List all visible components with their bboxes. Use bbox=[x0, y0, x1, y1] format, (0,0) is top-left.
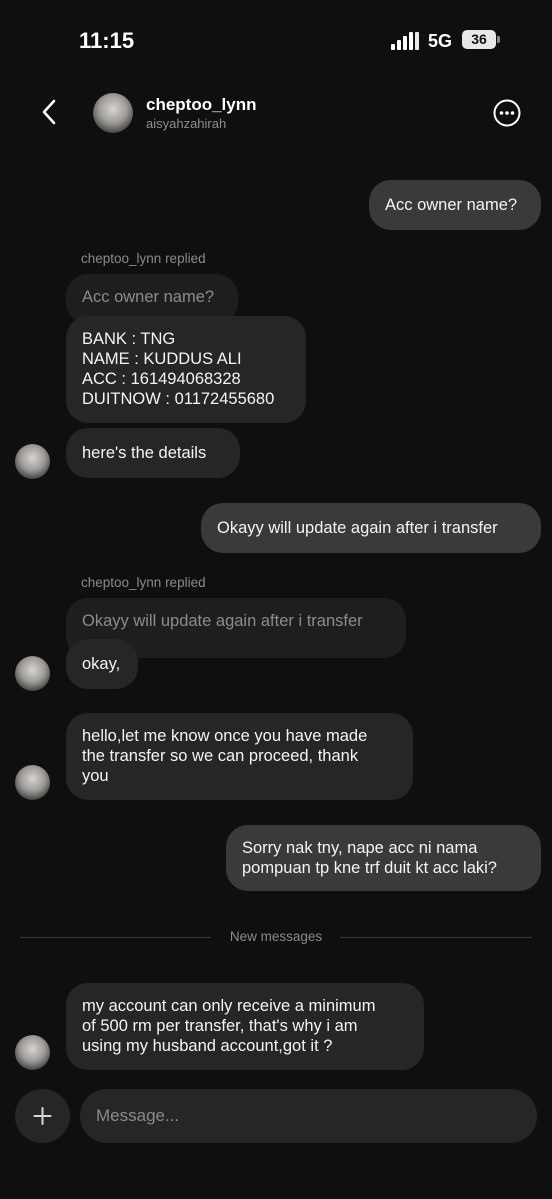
new-messages-divider: New messages bbox=[0, 929, 552, 944]
quoted-text: Acc owner name? bbox=[82, 288, 215, 306]
reply-label: cheptoo_lynn replied bbox=[81, 251, 206, 266]
sender-avatar[interactable] bbox=[15, 444, 50, 479]
message-input[interactable]: Message... bbox=[80, 1089, 537, 1143]
message-input-placeholder: Message... bbox=[96, 1106, 180, 1125]
message-text: Acc owner name? bbox=[385, 196, 518, 214]
message-text: here's the details bbox=[82, 444, 207, 462]
message-line: of 500 rm per transfer, that's why i am bbox=[82, 1017, 358, 1035]
message-bubble-received[interactable]: here's the details bbox=[66, 428, 240, 478]
battery-tip bbox=[497, 36, 500, 43]
message-line: ACC : 161494068328 bbox=[82, 370, 241, 388]
message-bubble-sent[interactable]: Acc owner name? bbox=[369, 180, 541, 230]
back-button[interactable] bbox=[36, 96, 66, 128]
message-bubble-sent[interactable]: Okayy will update again after i transfer bbox=[201, 503, 541, 553]
signal-icon bbox=[391, 32, 421, 50]
new-messages-label: New messages bbox=[215, 929, 337, 944]
sender-avatar[interactable] bbox=[15, 765, 50, 800]
contact-name[interactable]: cheptoo_lynn bbox=[146, 95, 257, 115]
message-bubble-received[interactable]: BANK : TNG NAME : KUDDUS ALI ACC : 16149… bbox=[66, 316, 306, 423]
plus-icon bbox=[33, 1107, 52, 1125]
battery-icon: 36 bbox=[462, 30, 496, 49]
quoted-text: Okayy will update again after i transfer bbox=[82, 612, 363, 630]
more-circle-icon bbox=[493, 99, 521, 127]
contact-username: aisyahzahirah bbox=[146, 116, 227, 131]
reply-label: cheptoo_lynn replied bbox=[81, 575, 206, 590]
message-line: DUITNOW : 01172455680 bbox=[82, 390, 275, 408]
network-type: 5G bbox=[428, 31, 453, 51]
message-line: you bbox=[82, 767, 109, 785]
sender-avatar[interactable] bbox=[15, 1035, 50, 1070]
message-bubble-received[interactable]: my account can only receive a minimum of… bbox=[66, 983, 424, 1070]
add-media-button[interactable] bbox=[15, 1089, 70, 1143]
message-line: the transfer so we can proceed, thank bbox=[82, 747, 359, 765]
message-text: okay, bbox=[82, 655, 121, 673]
message-line: hello,let me know once you have made bbox=[82, 727, 368, 745]
more-options-button[interactable] bbox=[492, 98, 522, 128]
avatar[interactable] bbox=[93, 93, 133, 133]
message-line: BANK : TNG bbox=[82, 330, 176, 348]
message-line: using my husband account,got it ? bbox=[82, 1037, 333, 1055]
message-text: Okayy will update again after i transfer bbox=[217, 519, 498, 537]
message-line: NAME : KUDDUS ALI bbox=[82, 350, 242, 368]
chevron-left-icon bbox=[42, 99, 56, 125]
message-line: Sorry nak tny, nape acc ni nama bbox=[242, 839, 478, 857]
status-time: 11:15 bbox=[79, 28, 135, 53]
message-bubble-received[interactable]: okay, bbox=[66, 639, 138, 689]
message-line: pompuan tp kne trf duit kt acc laki? bbox=[242, 859, 497, 877]
message-bubble-received[interactable]: hello,let me know once you have made the… bbox=[66, 713, 413, 800]
message-bubble-sent[interactable]: Sorry nak tny, nape acc ni nama pompuan … bbox=[226, 825, 541, 891]
message-line: my account can only receive a minimum bbox=[82, 997, 376, 1015]
sender-avatar[interactable] bbox=[15, 656, 50, 691]
